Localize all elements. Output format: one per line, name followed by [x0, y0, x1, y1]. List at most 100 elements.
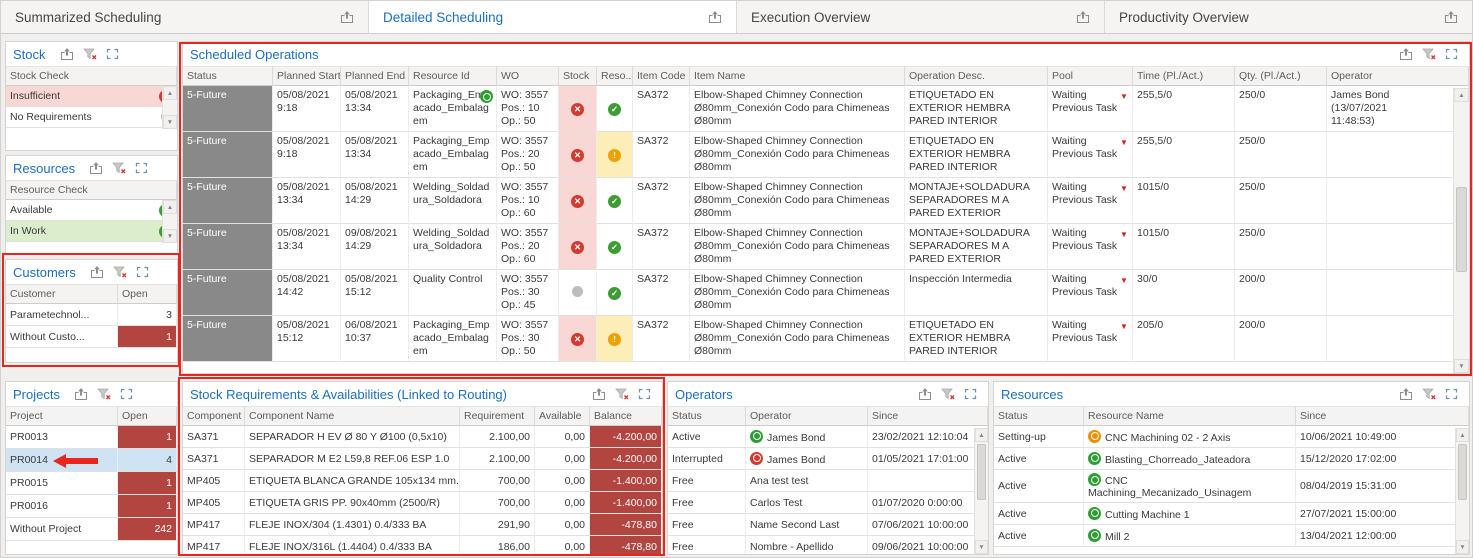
- table-cell[interactable]: ✕: [559, 132, 597, 178]
- table-cell[interactable]: Elbow-Shaped Chimney Connection Ø80mm_Co…: [690, 86, 905, 132]
- table-cell[interactable]: 15/12/2020 17:02:00: [1296, 448, 1469, 470]
- column-header-project[interactable]: Project: [6, 406, 118, 426]
- table-cell[interactable]: Active: [994, 470, 1084, 503]
- column-header-operator[interactable]: Operator: [746, 406, 868, 426]
- table-cell[interactable]: 05/08/2021 13:34: [273, 224, 341, 270]
- table-cell[interactable]: ETIQUETA BLANCA GRANDE 105x134 mm...: [245, 470, 460, 492]
- table-cell[interactable]: ▼Waiting Previous Task: [1048, 178, 1133, 224]
- table-row[interactable]: MP417FLEJE INOX/316L (1.4404) 0.4/333 BA…: [183, 536, 662, 555]
- export-button[interactable]: [90, 266, 104, 279]
- table-cell[interactable]: ETIQUETADO EN EXTERIOR HEMBRA PARED INTE…: [905, 86, 1048, 132]
- table-cell[interactable]: 255,5/0: [1133, 132, 1235, 178]
- table-cell[interactable]: 09/08/2021 14:29: [341, 224, 409, 270]
- table-cell[interactable]: Active: [994, 525, 1084, 547]
- table-cell[interactable]: 1015/0: [1133, 178, 1235, 224]
- table-row[interactable]: 5-Future05/08/2021 14:4205/08/2021 15:12…: [183, 270, 1469, 316]
- table-cell[interactable]: Elbow-Shaped Chimney Connection Ø80mm_Co…: [690, 132, 905, 178]
- filter-button[interactable]: [615, 388, 629, 400]
- table-cell[interactable]: -478,80: [590, 536, 662, 555]
- table-cell[interactable]: Active: [994, 448, 1084, 470]
- table-cell[interactable]: 23/02/2021 12:10:04: [868, 426, 988, 448]
- table-cell[interactable]: PR0014: [6, 449, 118, 472]
- table-cell[interactable]: -4.200,00: [590, 426, 662, 448]
- table-cell[interactable]: Packaging_Empacado_Embalagem: [409, 86, 497, 132]
- column-header-status[interactable]: Status: [183, 66, 273, 86]
- table-cell[interactable]: SA372: [633, 86, 690, 132]
- tab-detailed-scheduling[interactable]: Detailed Scheduling: [369, 1, 737, 33]
- table-cell[interactable]: 05/08/2021 14:42: [273, 270, 341, 316]
- table-cell[interactable]: Setting-up: [994, 426, 1084, 448]
- table-row[interactable]: 5-Future05/08/2021 13:3409/08/2021 14:29…: [183, 224, 1469, 270]
- table-cell[interactable]: MP405: [183, 492, 245, 514]
- table-row[interactable]: ActiveJames Bond23/02/2021 12:10:04: [668, 426, 988, 448]
- column-header-requirement[interactable]: Requirement: [460, 406, 535, 426]
- table-cell[interactable]: ▼Waiting Previous Task: [1048, 132, 1133, 178]
- table-cell[interactable]: SA371: [183, 426, 245, 448]
- export-icon[interactable]: [1444, 11, 1458, 24]
- table-row[interactable]: SA371SEPARADOR M E2 L59,8 REF.06 ESP 1.0…: [183, 448, 662, 470]
- table-cell[interactable]: Without Project: [6, 518, 118, 541]
- table-cell[interactable]: PR0013: [6, 426, 118, 449]
- table-cell[interactable]: Elbow-Shaped Chimney Connection Ø80mm_Co…: [690, 270, 905, 316]
- expand-button[interactable]: [120, 388, 133, 400]
- table-cell[interactable]: 05/08/2021 15:12: [341, 270, 409, 316]
- column-header-planned-end[interactable]: Planned End: [341, 66, 409, 86]
- table-cell[interactable]: 0,00: [535, 492, 590, 514]
- table-row[interactable]: MP405ETIQUETA GRIS PP. 90x40mm (2500/R)7…: [183, 492, 662, 514]
- expand-button[interactable]: [638, 388, 651, 400]
- table-cell[interactable]: [868, 470, 988, 492]
- table-cell[interactable]: 2.100,00: [460, 448, 535, 470]
- export-button[interactable]: [1399, 48, 1413, 61]
- column-header-available[interactable]: Available: [535, 406, 590, 426]
- export-icon[interactable]: [1076, 11, 1090, 24]
- scroll-up-icon[interactable]: ▲: [163, 200, 177, 214]
- table-cell[interactable]: WO: 3557 Pos.: 30 Op.: 50: [497, 316, 559, 362]
- table-cell[interactable]: ✕: [559, 178, 597, 224]
- table-row[interactable]: MP417FLEJE INOX/304 (1.4301) 0.4/333 BA2…: [183, 514, 662, 536]
- vertical-scrollbar[interactable]: ▲ ▼: [1455, 428, 1469, 554]
- table-cell[interactable]: Cutting Machine 1: [1084, 503, 1296, 525]
- column-header-pool[interactable]: Pool: [1048, 66, 1133, 86]
- table-cell[interactable]: MONTAJE+SOLDADURA SEPARADORES M A PARED …: [905, 178, 1048, 224]
- table-cell[interactable]: SA372: [633, 132, 690, 178]
- scroll-track[interactable]: [163, 100, 177, 115]
- table-row[interactable]: ✕Insufficient: [6, 86, 177, 107]
- table-cell[interactable]: Elbow-Shaped Chimney Connection Ø80mm_Co…: [690, 178, 905, 224]
- column-header-customer[interactable]: Customer: [6, 284, 118, 304]
- table-cell[interactable]: CNC Machining_Mecanizado_Usinagem: [1084, 470, 1296, 503]
- table-cell[interactable]: Packaging_Empacado_Embalagem: [409, 316, 497, 362]
- table-cell[interactable]: ▼Waiting Previous Task: [1048, 270, 1133, 316]
- table-cell[interactable]: Inspección Intermedia: [905, 270, 1048, 316]
- table-row[interactable]: ActiveBlasting_Chorreado_Jateadora15/12/…: [994, 448, 1469, 470]
- column-header-item-code[interactable]: Item Code: [633, 66, 690, 86]
- vertical-scrollbar[interactable]: ▲ ▼: [162, 86, 177, 129]
- table-cell[interactable]: -1.400,00: [590, 492, 662, 514]
- table-cell[interactable]: 01/05/2021 17:01:00: [868, 448, 988, 470]
- table-cell[interactable]: 3: [118, 304, 177, 326]
- column-header-status[interactable]: Status: [668, 406, 746, 426]
- table-cell[interactable]: 0,00: [535, 536, 590, 555]
- table-cell[interactable]: 5-Future: [183, 86, 273, 132]
- column-header-operation-desc[interactable]: Operation Desc.: [905, 66, 1048, 86]
- table-cell[interactable]: Carlos Test: [746, 492, 868, 514]
- column-header-balance[interactable]: Balance: [590, 406, 662, 426]
- table-cell[interactable]: 10/06/2021 10:49:00: [1296, 426, 1469, 448]
- table-cell[interactable]: 0,00: [535, 470, 590, 492]
- table-row[interactable]: InterruptedJames Bond01/05/2021 17:01:00: [668, 448, 988, 470]
- table-row[interactable]: PR00144: [6, 449, 177, 472]
- table-cell[interactable]: -478,80: [590, 514, 662, 536]
- table-cell[interactable]: [559, 270, 597, 316]
- scroll-track[interactable]: [1456, 442, 1469, 540]
- table-cell[interactable]: 250/0: [1235, 178, 1327, 224]
- table-cell[interactable]: 291,90: [460, 514, 535, 536]
- table-cell[interactable]: 1: [118, 472, 177, 495]
- filter-button[interactable]: [941, 388, 955, 400]
- table-cell[interactable]: 242: [118, 518, 177, 541]
- table-cell[interactable]: 250/0: [1235, 86, 1327, 132]
- table-cell[interactable]: ✓: [597, 86, 633, 132]
- table-cell[interactable]: [1327, 178, 1469, 224]
- table-cell[interactable]: Free: [668, 492, 746, 514]
- scroll-down-icon[interactable]: ▼: [975, 540, 988, 554]
- table-row[interactable]: ActiveCutting Machine 127/07/2021 15:00:…: [994, 503, 1469, 525]
- table-cell[interactable]: 05/08/2021 9:18: [273, 132, 341, 178]
